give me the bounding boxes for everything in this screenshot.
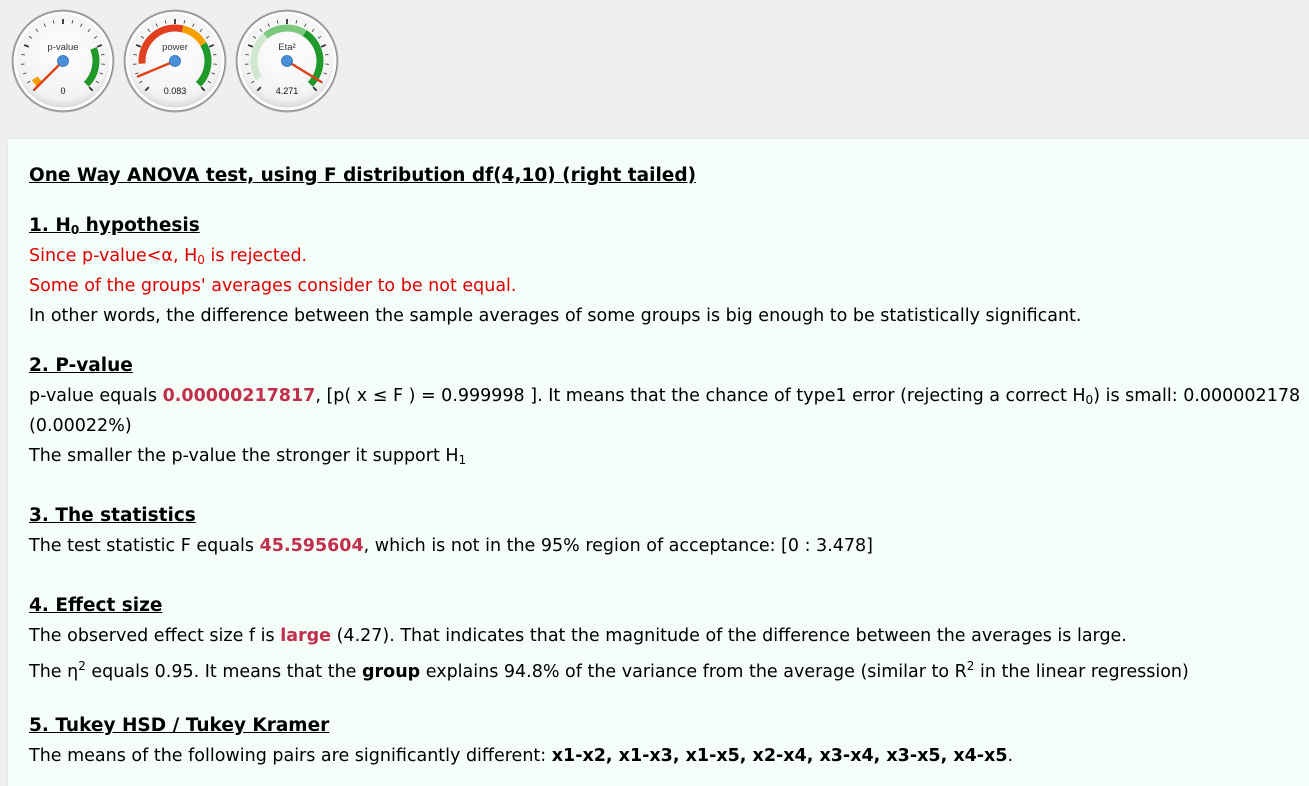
gauge-value: 0.083 (164, 86, 187, 96)
test-title: One Way ANOVA test, using F distribution… (29, 165, 697, 186)
gauge-value: 0 (60, 86, 65, 96)
effect-size-heading: 4. Effect size (29, 595, 163, 616)
power-gauge: power 0.083 (122, 8, 228, 114)
gauge-hub (169, 55, 181, 67)
p-value-gauge: p-value 0 (10, 8, 116, 114)
gauges-bar: p-value 0 power 0.083 Eta² 4.271 (0, 0, 1309, 138)
h0-heading: 1. H0 hypothesis (29, 215, 200, 237)
tukey-heading: 5. Tukey HSD / Tukey Kramer (29, 715, 330, 736)
h0-groups-line: Some of the groups' averages consider to… (29, 276, 517, 296)
eta-squared-gauge: Eta² 4.271 (234, 8, 340, 114)
tukey-line: The means of the following pairs are sig… (29, 746, 1014, 766)
h0-rejected-line: Since p-value<α, H0 is rejected. (29, 246, 308, 267)
eta-squared-line: The η2 equals 0.95. It means that the gr… (29, 659, 1189, 682)
gauge-label: p-value (47, 42, 78, 53)
effect-size-line: The observed effect size f is large (4.2… (29, 626, 1127, 646)
f-statistic-value: 45.595604 (259, 536, 364, 556)
pvalue-line: p-value equals 0.00000217817, [p( x ≤ F … (29, 386, 1301, 407)
gauge-value: 4.271 (276, 86, 299, 96)
gauge-hub (281, 55, 293, 67)
pvalue-support-line: The smaller the p-value the stronger it … (29, 446, 467, 467)
effect-size-value: large (280, 626, 332, 646)
gauge-hub (57, 55, 69, 67)
pvalue-percent-line: (0.00022%) (29, 416, 132, 436)
pvalue-heading: 2. P-value (29, 355, 133, 376)
pvalue-value: 0.00000217817 (162, 386, 316, 406)
gauge-label: Eta² (278, 42, 295, 53)
gauge-dial: Eta² 4.271 (235, 9, 339, 113)
gauge-dial: power 0.083 (123, 9, 227, 113)
result-panel: One Way ANOVA test, using F distribution… (7, 138, 1309, 786)
gauge-label: power (162, 42, 188, 53)
statistics-heading: 3. The statistics (29, 505, 196, 526)
h0-explanation-line: In other words, the difference between t… (29, 306, 1082, 326)
statistics-line: The test statistic F equals 45.595604, w… (29, 536, 873, 556)
gauge-dial: p-value 0 (11, 9, 115, 113)
tukey-pairs: x1-x2, x1-x3, x1-x5, x2-x4, x3-x4, x3-x5… (551, 746, 1008, 766)
